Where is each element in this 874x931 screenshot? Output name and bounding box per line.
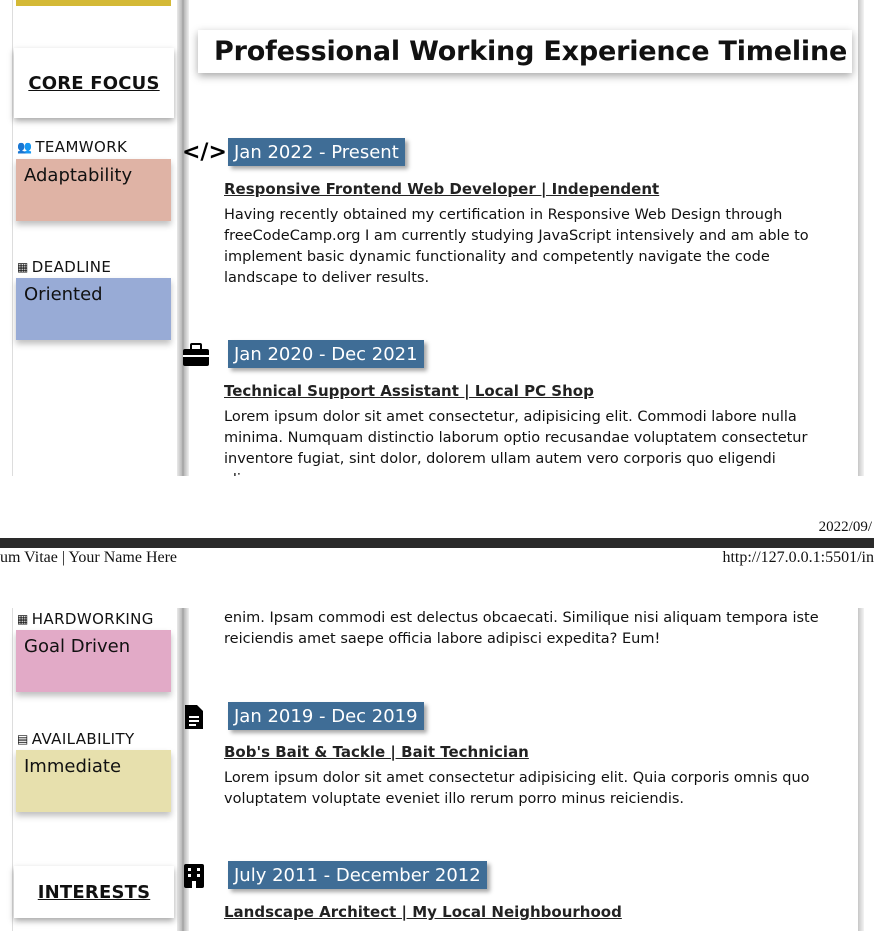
page-title: Professional Working Experience Timeline xyxy=(198,30,852,73)
chart-icon: ▤ xyxy=(17,732,29,746)
page-right-border xyxy=(858,0,864,476)
trait-card-oriented: Oriented xyxy=(16,278,171,340)
building-icon: ▦ xyxy=(17,612,29,626)
trait-tag-label: AVAILABILITY xyxy=(31,730,135,748)
trait-tag-label: DEADLINE xyxy=(31,258,112,276)
print-page-2: ▦ HARDWORKING Goal Driven ▤ AVAILABILITY… xyxy=(0,608,874,931)
print-page-1: CORE FOCUS 👥 TEAMWORK Adaptability ▦ DEA… xyxy=(0,0,874,476)
print-url: http://127.0.0.1:5501/in xyxy=(722,549,874,566)
trait-tag-label: HARDWORKING xyxy=(31,610,154,628)
trait-card-immediate: Immediate xyxy=(16,750,171,812)
job-description: Having recently obtained my certificatio… xyxy=(224,207,809,286)
job-description: Lorem ipsum dolor sit amet consectetur a… xyxy=(224,770,810,807)
document-icon xyxy=(184,704,204,736)
job-role: Bob's Bait & Tackle | Bait Technician xyxy=(224,743,529,761)
timeline-line xyxy=(177,0,189,476)
timeline-date: Jan 2020 - Dec 2021 xyxy=(228,340,424,368)
print-document-title: um Vitae | Your Name Here xyxy=(0,549,178,566)
code-icon: </> xyxy=(182,140,227,165)
trait-tag-deadline: ▦ DEADLINE xyxy=(17,258,111,276)
job-role: Responsive Frontend Web Developer | Inde… xyxy=(224,180,660,198)
print-date: 2022/09/ xyxy=(818,519,872,535)
job-role: Technical Support Assistant | Local PC S… xyxy=(224,382,594,400)
calendar-icon: ▦ xyxy=(17,260,29,274)
page-break-band xyxy=(0,538,874,548)
briefcase-icon xyxy=(182,343,210,373)
job-description-continued: enim. Ipsam commodi est delectus obcaeca… xyxy=(224,610,819,647)
job-description: Lorem ipsum dolor sit amet consectetur, … xyxy=(224,409,808,476)
timeline-date: Jan 2019 - Dec 2019 xyxy=(228,702,424,730)
trait-card-adaptability: Adaptability xyxy=(16,159,171,221)
building-icon xyxy=(183,863,205,895)
trait-tag-hardworking: ▦ HARDWORKING xyxy=(17,610,154,628)
timeline-date: Jan 2022 - Present xyxy=(228,138,405,166)
page-right-border xyxy=(858,608,864,931)
trait-card-goal-driven: Goal Driven xyxy=(16,630,171,692)
core-focus-heading: CORE FOCUS xyxy=(14,48,174,118)
trait-tag-teamwork: 👥 TEAMWORK xyxy=(17,138,127,156)
trait-tag-label: TEAMWORK xyxy=(35,138,128,156)
interests-heading: INTERESTS xyxy=(14,866,174,918)
sidebar-accent-bar xyxy=(16,0,171,6)
timeline-date: July 2011 - December 2012 xyxy=(228,861,487,889)
job-role: Landscape Architect | My Local Neighbour… xyxy=(224,903,622,921)
users-icon: 👥 xyxy=(17,140,33,154)
trait-tag-availability: ▤ AVAILABILITY xyxy=(17,730,135,748)
